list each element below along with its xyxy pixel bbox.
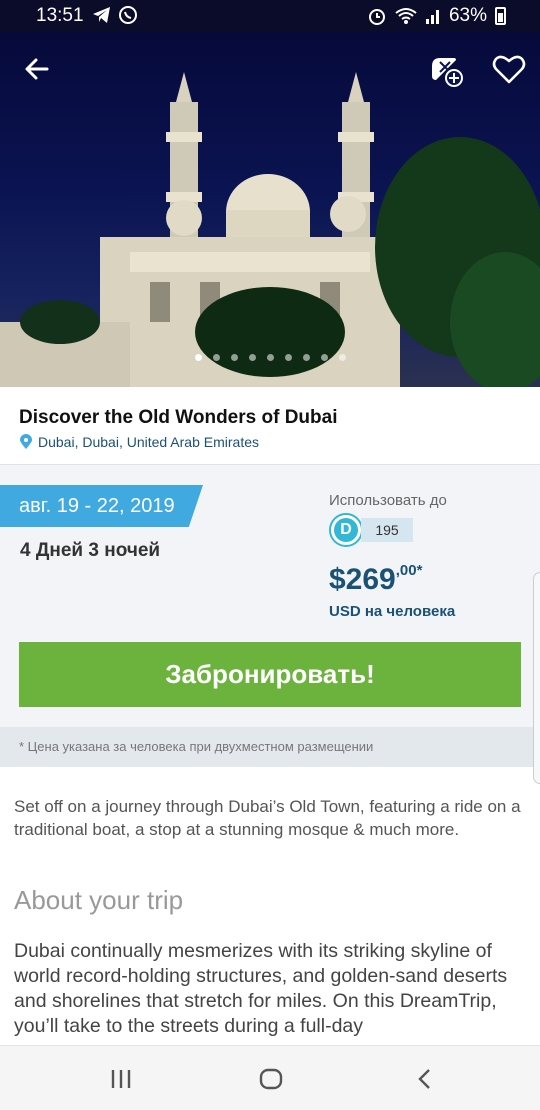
trip-location: Dubai, Dubai, United Arab Emirates bbox=[19, 434, 259, 450]
carousel-dot[interactable] bbox=[266, 354, 274, 361]
trip-location-text: Dubai, Dubai, United Arab Emirates bbox=[38, 434, 259, 450]
carousel-dot[interactable] bbox=[302, 354, 310, 361]
dt-coin-icon: D bbox=[329, 513, 363, 547]
price-main: $269 bbox=[329, 563, 396, 596]
carousel-indicator[interactable] bbox=[0, 354, 540, 361]
wifi-icon bbox=[395, 8, 417, 24]
booking-panel: авг. 19 - 22, 2019 4 Дней 3 ночей Исполь… bbox=[0, 465, 540, 727]
carousel-dot[interactable] bbox=[230, 354, 238, 361]
side-scroll-handle[interactable] bbox=[533, 572, 540, 784]
price-cents: ,00* bbox=[395, 562, 423, 579]
carousel-dot[interactable] bbox=[212, 354, 220, 361]
dt-amount: 195 bbox=[361, 518, 413, 542]
favorite-button[interactable] bbox=[490, 50, 528, 88]
compare-add-icon bbox=[432, 58, 463, 87]
recent-apps-button[interactable] bbox=[108, 1066, 134, 1092]
about-heading: About your trip bbox=[14, 885, 184, 915]
price-note: * Цена указана за человека при двухместн… bbox=[0, 727, 540, 767]
trip-header: Discover the Old Wonders of Dubai Dubai,… bbox=[0, 387, 540, 465]
description-body: Dubai continually mesmerizes with its st… bbox=[14, 940, 508, 1037]
price-unit: USD на человека bbox=[329, 603, 456, 620]
book-button[interactable]: Забронировать! bbox=[19, 642, 521, 707]
carousel-dot[interactable] bbox=[320, 354, 328, 361]
status-time: 13:51 bbox=[36, 5, 84, 26]
trip-dates: авг. 19 - 22, 2019 bbox=[19, 495, 175, 517]
price: $269,00* bbox=[329, 562, 423, 597]
carousel-dot[interactable] bbox=[338, 354, 346, 361]
alarm-icon bbox=[368, 9, 385, 25]
carousel-dot[interactable] bbox=[284, 354, 292, 361]
battery-percent: 63% bbox=[448, 5, 487, 26]
date-ribbon: авг. 19 - 22, 2019 bbox=[0, 485, 203, 527]
heart-outline-icon bbox=[492, 55, 526, 84]
battery-icon bbox=[495, 7, 506, 25]
trip-duration: 4 Дней 3 ночей bbox=[20, 540, 161, 561]
compare-add-button[interactable] bbox=[426, 50, 466, 90]
telegram-icon bbox=[93, 7, 110, 23]
recent-apps-icon bbox=[111, 1070, 131, 1088]
system-nav-bar bbox=[0, 1045, 540, 1110]
carousel-dot[interactable] bbox=[194, 354, 202, 361]
carousel-dot[interactable] bbox=[248, 354, 256, 361]
price-note-text: * Цена указана за человека при двухместн… bbox=[19, 739, 374, 754]
use-until-label: Использовать до bbox=[329, 492, 447, 509]
trip-title: Discover the Old Wonders of Dubai bbox=[19, 407, 338, 428]
whatsapp-icon bbox=[119, 6, 137, 24]
hero-image[interactable] bbox=[0, 32, 540, 387]
arrow-left-icon bbox=[25, 58, 49, 80]
location-pin-icon bbox=[20, 434, 32, 449]
signal-icon bbox=[425, 10, 439, 24]
status-bar: 13:51 63% bbox=[0, 0, 540, 32]
dt-coin-letter: D bbox=[334, 518, 358, 542]
description-lead: Set off on a journey through Dubai’s Old… bbox=[14, 797, 521, 839]
trip-description[interactable]: Set off on a journey through Dubai’s Old… bbox=[0, 767, 540, 1045]
back-button[interactable] bbox=[20, 52, 54, 86]
home-button[interactable] bbox=[258, 1066, 284, 1092]
chevron-left-icon bbox=[418, 1069, 430, 1089]
home-icon bbox=[259, 1068, 283, 1090]
back-nav-button[interactable] bbox=[412, 1066, 438, 1092]
